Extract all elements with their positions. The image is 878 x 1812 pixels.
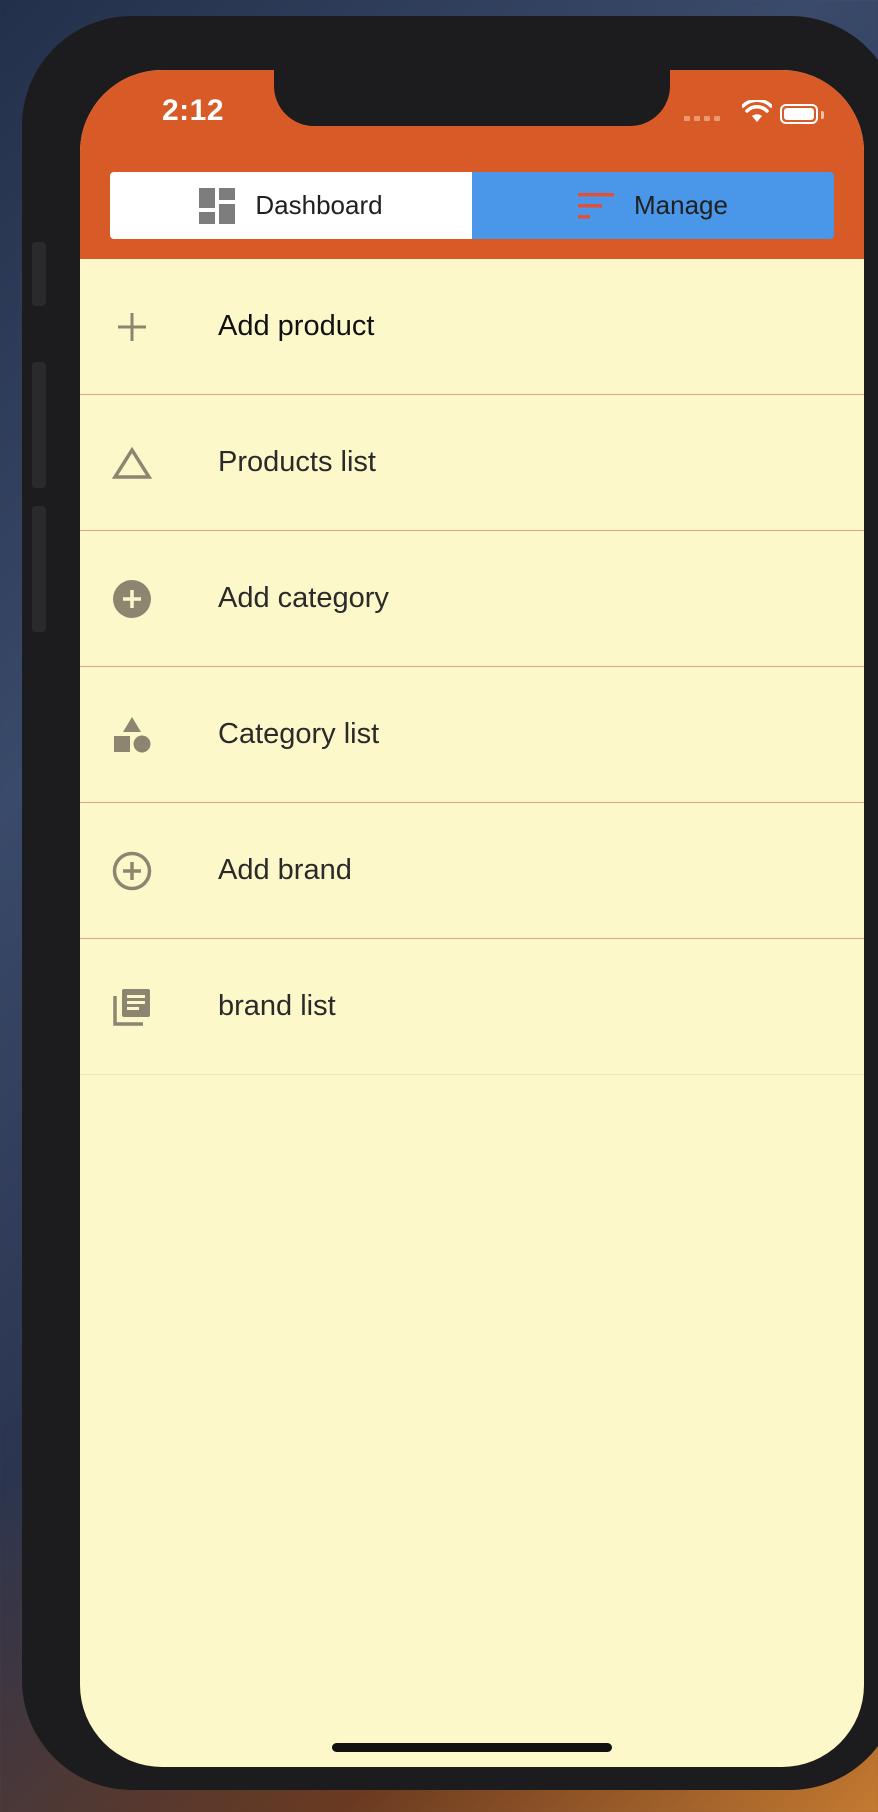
menu-item-add-category[interactable]: Add category — [80, 531, 864, 667]
menu-item-add-product[interactable]: Add product — [80, 259, 864, 395]
sort-icon — [578, 192, 615, 218]
menu-item-category-list[interactable]: Category list — [80, 667, 864, 803]
triangle-outline-icon — [112, 446, 152, 479]
menu-item-label: Category list — [218, 718, 380, 750]
dashboard-icon — [199, 187, 236, 224]
battery-icon — [780, 104, 818, 124]
manage-menu-list: Add product Products list Add category C… — [80, 259, 864, 1075]
menu-item-label: Add brand — [218, 854, 352, 886]
volume-up-button — [32, 362, 46, 488]
app-bar: 2:12 Dashboard Manage — [80, 70, 864, 259]
app-screen: 2:12 Dashboard Manage Add product Produc… — [80, 70, 864, 1767]
menu-item-products-list[interactable]: Products list — [80, 395, 864, 531]
add-circle-filled-icon — [113, 579, 151, 618]
tab-dashboard[interactable]: Dashboard — [110, 172, 472, 239]
tab-dashboard-label: Dashboard — [255, 190, 383, 220]
shapes-icon — [114, 716, 151, 752]
menu-item-label: Add category — [218, 582, 389, 614]
menu-item-label: Products list — [218, 446, 376, 478]
tab-manage[interactable]: Manage — [472, 172, 834, 239]
plus-icon — [118, 312, 146, 341]
home-indicator[interactable] — [332, 1743, 612, 1752]
cellular-signal-icon — [684, 116, 720, 121]
menu-item-label: brand list — [218, 990, 336, 1022]
segmented-tabs: Dashboard Manage — [110, 172, 834, 239]
menu-item-brand-list[interactable]: brand list — [80, 939, 864, 1075]
notch — [274, 70, 670, 126]
wifi-icon — [742, 100, 772, 122]
menu-item-add-brand[interactable]: Add brand — [80, 803, 864, 939]
add-circle-outline-icon — [112, 851, 152, 890]
volume-down-button — [32, 506, 46, 632]
library-books-icon — [113, 988, 150, 1026]
phone-frame: 2:12 Dashboard Manage Add product Produc… — [22, 16, 878, 1790]
mute-switch — [32, 242, 46, 306]
menu-item-label: Add product — [218, 310, 375, 342]
tab-manage-label: Manage — [634, 190, 728, 220]
battery-cap — [821, 111, 824, 119]
status-time: 2:12 — [161, 94, 225, 127]
